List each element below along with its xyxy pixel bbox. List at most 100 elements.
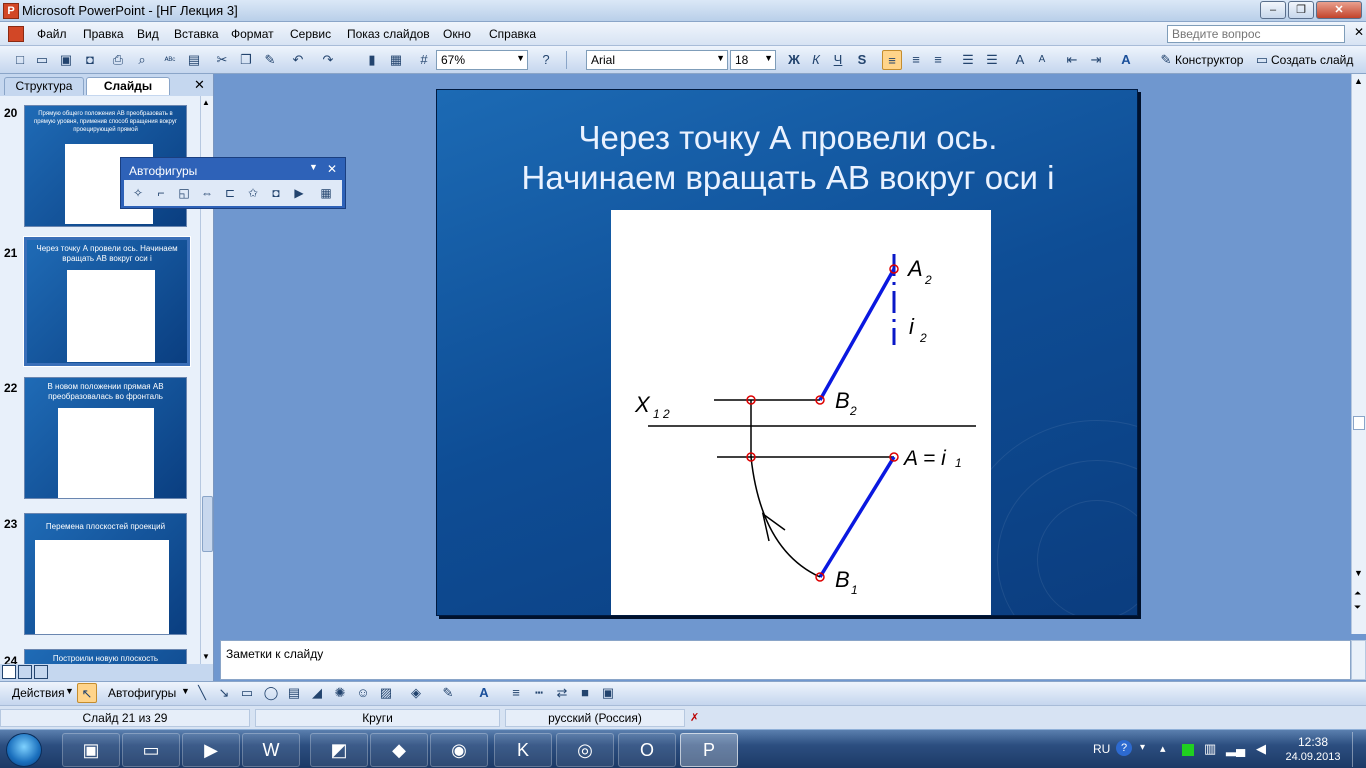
bullets-icon[interactable]: ☰	[982, 50, 1002, 70]
slide-thumbnail-23[interactable]: Перемена плоскостей проекций	[24, 513, 187, 635]
select-objects-icon[interactable]: ↖	[77, 683, 97, 703]
menu-edit[interactable]: Правка	[83, 27, 124, 41]
menu-tools[interactable]: Сервис	[290, 27, 331, 41]
numbering-icon[interactable]: ☰	[958, 50, 978, 70]
spelling-icon[interactable]: ᴬᴮᶜ	[160, 50, 180, 70]
autoshapes-menu[interactable]: Автофигуры	[108, 686, 176, 700]
status-language[interactable]: русский (Россия)	[505, 709, 685, 727]
research-icon[interactable]: ▤	[184, 50, 204, 70]
designer-icon[interactable]: ✎	[1156, 50, 1176, 70]
font-color-icon[interactable]: A	[1116, 50, 1136, 70]
next-slide-icon[interactable]: ⏷	[1354, 602, 1361, 613]
new-slide-icon[interactable]: ▭	[1252, 50, 1272, 70]
taskbar-opera-icon[interactable]: O	[618, 733, 676, 767]
picture-icon[interactable]: ▨	[376, 683, 396, 703]
slide-title[interactable]: Через точку А провели ось. Начинаем вращ…	[437, 118, 1137, 198]
network-status-icon[interactable]	[1182, 744, 1194, 756]
redo-icon[interactable]: ↷	[318, 50, 338, 70]
rectangle-icon[interactable]: ▭	[237, 683, 257, 703]
scroll-up-icon[interactable]: ▲	[1354, 76, 1363, 86]
language-indicator[interactable]: RU	[1093, 742, 1110, 756]
arrow-icon[interactable]: ↘	[214, 683, 234, 703]
designer-button[interactable]: Конструктор	[1175, 53, 1243, 67]
menu-file[interactable]: Файл	[37, 27, 67, 41]
more-autoshapes-icon[interactable]: ▦	[316, 184, 336, 202]
chevron-down-icon[interactable]: ▼	[181, 686, 190, 696]
menu-window[interactable]: Окно	[443, 27, 471, 41]
line-style-icon[interactable]: ≡	[506, 683, 526, 703]
help-tray-icon[interactable]: ?	[1116, 740, 1132, 756]
connectors-shape-icon[interactable]: ⌐	[151, 184, 171, 202]
chevron-down-icon[interactable]: ▼	[309, 162, 318, 172]
align-right-icon[interactable]: ≡	[928, 50, 948, 70]
chevron-down-icon[interactable]: ▾	[1140, 742, 1145, 753]
menu-format[interactable]: Формат	[231, 27, 274, 41]
taskbar-bat-icon[interactable]: ◆	[370, 733, 428, 767]
start-button[interactable]	[6, 733, 42, 767]
font-size-select[interactable]: 18 ▼	[730, 50, 776, 70]
doc-close-icon[interactable]: ✕	[1354, 25, 1364, 39]
line-color-icon[interactable]: ✎	[438, 683, 458, 703]
slide-notes-field[interactable]: Заметки к слайду	[220, 640, 1351, 680]
undo-icon[interactable]: ↶	[288, 50, 308, 70]
pane-close-icon[interactable]: ✕	[194, 77, 205, 93]
decrease-indent-icon[interactable]: ⇤	[1062, 50, 1082, 70]
autoshapes-floating-toolbar[interactable]: Автофигуры ▼ ✕ ✧ ⌐ ◱ ⇔ ⊏ ✩ ◘ ▶ ▦	[120, 157, 346, 209]
stars-banners-icon[interactable]: ✩	[243, 184, 263, 202]
help-icon[interactable]: ?	[536, 50, 556, 70]
menu-insert[interactable]: Вставка	[174, 27, 219, 41]
print-preview-icon[interactable]: ⌕	[132, 50, 152, 70]
normal-view-icon[interactable]	[2, 665, 16, 679]
align-left-icon[interactable]: ≡	[882, 50, 902, 70]
grid-icon[interactable]: #	[414, 50, 434, 70]
taskbar-paint-icon[interactable]: ◩	[310, 733, 368, 767]
save-icon[interactable]: ▣	[56, 50, 76, 70]
line-icon[interactable]: ╲	[192, 683, 212, 703]
shadow-button[interactable]: S	[852, 50, 872, 70]
clock-date[interactable]: 24.09.2013	[1283, 751, 1343, 763]
dash-style-icon[interactable]: ┅	[529, 683, 549, 703]
taskbar-media-player-icon[interactable]: ▶	[182, 733, 240, 767]
taskbar-powerpoint-icon[interactable]: P	[680, 733, 738, 767]
align-center-icon[interactable]: ≡	[906, 50, 926, 70]
diagram-icon[interactable]: ✺	[330, 683, 350, 703]
block-arrows-icon[interactable]: ⇔	[197, 184, 217, 202]
action-buttons-icon[interactable]: ▶	[289, 184, 309, 202]
insert-table-icon[interactable]: ▦	[386, 50, 406, 70]
3d-style-icon[interactable]: ▣	[598, 683, 618, 703]
increase-indent-icon[interactable]: ⇥	[1086, 50, 1106, 70]
device-icon[interactable]: ▥	[1204, 741, 1216, 757]
restore-button[interactable]: ❐	[1288, 1, 1314, 19]
zoom-select[interactable]: 67% ▼	[436, 50, 528, 70]
open-folder-icon[interactable]: ▭	[32, 50, 52, 70]
slideshow-icon[interactable]	[34, 665, 48, 679]
document-icon[interactable]	[8, 26, 24, 42]
format-painter-icon[interactable]: ✎	[260, 50, 280, 70]
underline-button[interactable]: Ч	[828, 50, 848, 70]
tab-outline[interactable]: Структура	[4, 77, 84, 95]
insert-chart-icon[interactable]: ▮	[362, 50, 382, 70]
fill-color-icon[interactable]: ◈	[406, 683, 426, 703]
menu-slideshow[interactable]: Показ слайдов	[347, 27, 430, 41]
volume-icon[interactable]: ◀	[1256, 741, 1266, 757]
show-desktop-button[interactable]	[1352, 732, 1365, 767]
taskbar-system-monitor-icon[interactable]: ▣	[62, 733, 120, 767]
scroll-down-icon[interactable]: ▼	[202, 652, 212, 662]
powerpoint-app-icon[interactable]: P	[3, 3, 19, 19]
decrease-font-icon[interactable]: A	[1032, 50, 1052, 70]
lines-shape-icon[interactable]: ✧	[128, 184, 148, 202]
scroll-thumb[interactable]	[1353, 416, 1365, 430]
tab-slides[interactable]: Слайды	[86, 77, 170, 95]
callouts-shape-icon[interactable]: ◘	[266, 184, 286, 202]
font-select[interactable]: Arial ▼	[586, 50, 728, 70]
clock-time[interactable]: 12:38	[1283, 735, 1343, 749]
current-slide[interactable]: Через точку А провели ось. Начинаем вращ…	[436, 89, 1138, 616]
clipart-icon[interactable]: ☺	[353, 683, 373, 703]
help-search-input[interactable]	[1167, 25, 1345, 43]
chevron-down-icon[interactable]: ▼	[65, 686, 74, 696]
actions-menu[interactable]: Действия	[12, 686, 65, 700]
flowchart-shape-icon[interactable]: ⊏	[220, 184, 240, 202]
text-color-icon[interactable]: A	[474, 683, 494, 703]
taskbar-chrome-icon[interactable]: ◎	[556, 733, 614, 767]
menu-view[interactable]: Вид	[137, 27, 159, 41]
